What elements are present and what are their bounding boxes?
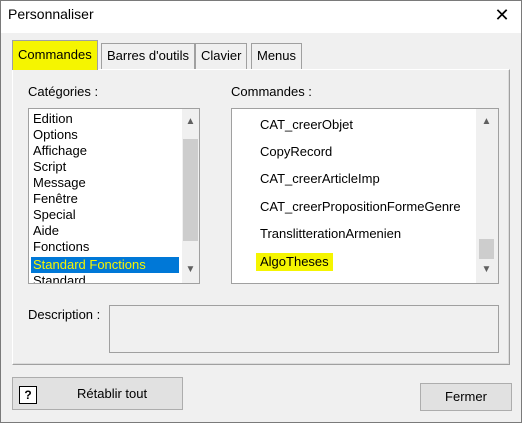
command-item[interactable]: CAT_creerArticleImp xyxy=(260,170,380,188)
command-item[interactable]: TranslitterationArmenien xyxy=(260,225,401,243)
command-item-highlighted[interactable]: AlgoTheses xyxy=(256,253,333,271)
description-label: Description : xyxy=(28,307,101,322)
scroll-down-icon[interactable]: ▼ xyxy=(182,261,199,278)
commands-listbox[interactable]: CAT_creerObjet CopyRecord CAT_creerArtic… xyxy=(231,108,499,284)
reset-all-label: Rétablir tout xyxy=(77,386,148,401)
category-item[interactable]: Special xyxy=(31,207,179,223)
tab-barres-outils[interactable]: Barres d'outils xyxy=(101,43,195,69)
scroll-thumb[interactable] xyxy=(479,239,494,259)
categories-label: Catégories : xyxy=(28,84,99,99)
category-item[interactable]: Affichage xyxy=(31,143,179,159)
close-button[interactable]: Fermer xyxy=(420,383,512,411)
close-icon[interactable]: ✕ xyxy=(488,2,516,28)
tab-clavier[interactable]: Clavier xyxy=(195,43,248,69)
category-item-selected[interactable]: Standard Fonctions xyxy=(31,257,179,273)
category-item[interactable]: Fonctions xyxy=(31,239,179,255)
tab-commandes[interactable]: Commandes xyxy=(12,40,98,70)
category-item[interactable]: Standard xyxy=(31,273,179,283)
help-icon[interactable]: ? xyxy=(19,386,37,404)
scroll-up-icon[interactable]: ▲ xyxy=(182,113,199,130)
commands-scrollbar[interactable]: ▲ ▼ xyxy=(476,109,498,283)
commands-label: Commandes : xyxy=(231,84,312,99)
command-item[interactable]: CAT_creerPropositionFormeGenre xyxy=(260,198,461,216)
tab-menus[interactable]: Menus xyxy=(251,43,303,69)
category-item[interactable]: Message xyxy=(31,175,179,191)
categories-listbox[interactable]: Edition Options Affichage Script Message… xyxy=(28,108,200,284)
category-item[interactable]: Options xyxy=(31,127,179,143)
command-item[interactable]: CAT_creerObjet xyxy=(260,116,353,134)
description-field xyxy=(109,305,499,353)
category-item[interactable]: Edition xyxy=(31,111,179,127)
categories-scrollbar[interactable]: ▲ ▼ xyxy=(182,109,199,283)
command-item[interactable]: CopyRecord xyxy=(260,143,332,161)
scroll-down-icon[interactable]: ▼ xyxy=(478,261,495,278)
category-item[interactable]: Aide xyxy=(31,223,179,239)
scroll-up-icon[interactable]: ▲ xyxy=(478,113,495,130)
category-item[interactable]: Fenêtre xyxy=(31,191,179,207)
scroll-thumb[interactable] xyxy=(183,139,198,241)
window-title: Personnaliser xyxy=(8,6,94,22)
category-item[interactable]: Script xyxy=(31,159,179,175)
